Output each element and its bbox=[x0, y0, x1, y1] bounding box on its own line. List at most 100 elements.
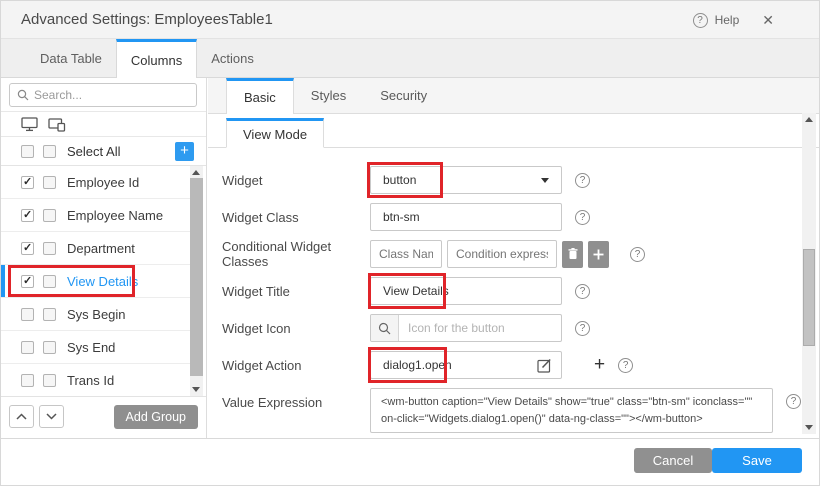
move-down-button[interactable] bbox=[39, 405, 64, 428]
widget-title-input[interactable] bbox=[370, 277, 562, 305]
conditional-classes-help-icon[interactable]: ? bbox=[630, 247, 645, 262]
list-item-employee-name[interactable]: Employee Name bbox=[1, 199, 191, 232]
help-link[interactable]: Help bbox=[715, 13, 740, 27]
scroll-up-icon[interactable] bbox=[805, 117, 813, 122]
add-condition-button[interactable] bbox=[588, 241, 609, 268]
widget-action-help-icon[interactable]: ? bbox=[618, 358, 633, 373]
columns-sidebar: Select All + Employee Id Employee Name bbox=[1, 78, 207, 438]
widget-action-field[interactable]: dialog1.open bbox=[370, 351, 562, 379]
list-item-view-details[interactable]: View Details bbox=[1, 265, 191, 298]
mobile-checkbox[interactable] bbox=[43, 341, 56, 354]
close-icon[interactable]: ✕ bbox=[762, 12, 774, 29]
scroll-up-icon[interactable] bbox=[192, 170, 200, 175]
search-input[interactable] bbox=[34, 88, 174, 102]
icon-picker-button[interactable] bbox=[371, 315, 399, 341]
tab-view-mode[interactable]: View Mode bbox=[226, 118, 324, 148]
list-item-department[interactable]: Department bbox=[1, 232, 191, 265]
mobile-devices-icon[interactable] bbox=[48, 117, 66, 132]
widget-title-row: Widget Title ? bbox=[222, 277, 807, 305]
class-name-input[interactable] bbox=[370, 240, 442, 268]
widget-icon-input[interactable] bbox=[399, 321, 562, 335]
scroll-down-icon[interactable] bbox=[805, 425, 813, 430]
value-expression-input[interactable]: <wm-button caption="View Details" show="… bbox=[370, 388, 773, 433]
sidebar-scrollbar[interactable] bbox=[190, 166, 203, 396]
select-all-mobile-checkbox[interactable] bbox=[43, 145, 56, 158]
list-item-trans-id[interactable]: Trans Id bbox=[1, 364, 191, 397]
tab-security[interactable]: Security bbox=[363, 78, 444, 113]
checkbox[interactable] bbox=[21, 242, 34, 255]
main-tab-bar: Data Table Columns Actions bbox=[1, 39, 819, 78]
conditional-classes-label: Conditional Widget Classes bbox=[222, 239, 370, 269]
tab-data-table[interactable]: Data Table bbox=[26, 39, 116, 77]
checkbox[interactable] bbox=[21, 275, 34, 288]
checkbox[interactable] bbox=[21, 176, 34, 189]
checkbox[interactable] bbox=[21, 374, 34, 387]
basic-settings-form: Widget button ? Widget Class bbox=[222, 166, 807, 439]
widget-help-icon[interactable]: ? bbox=[575, 173, 590, 188]
mobile-checkbox[interactable] bbox=[43, 242, 56, 255]
search-box[interactable] bbox=[9, 83, 197, 107]
add-column-button[interactable]: + bbox=[175, 142, 194, 161]
dialog-footer: Cancel Save bbox=[1, 438, 819, 486]
caret-down-icon bbox=[541, 178, 549, 183]
tab-styles[interactable]: Styles bbox=[294, 78, 363, 113]
widget-icon-help-icon[interactable]: ? bbox=[575, 321, 590, 336]
widget-action-value: dialog1.open bbox=[383, 358, 537, 372]
column-label: Employee Name bbox=[67, 208, 163, 223]
list-item-sys-end[interactable]: Sys End bbox=[1, 331, 191, 364]
condition-expression-input[interactable] bbox=[447, 240, 557, 268]
list-item-sys-begin[interactable]: Sys Begin bbox=[1, 298, 191, 331]
value-expression-row: Value Expression <wm-button caption="Vie… bbox=[222, 388, 807, 430]
checkbox[interactable] bbox=[21, 308, 34, 321]
scrollbar-thumb[interactable] bbox=[803, 249, 815, 346]
search-row bbox=[1, 78, 206, 112]
select-all-row: Select All + bbox=[1, 137, 206, 166]
widget-class-help-icon[interactable]: ? bbox=[575, 210, 590, 225]
edit-icon[interactable] bbox=[537, 358, 552, 373]
mobile-checkbox[interactable] bbox=[43, 374, 56, 387]
value-expression-help-icon[interactable]: ? bbox=[786, 394, 801, 409]
dialog-body: Select All + Employee Id Employee Name bbox=[1, 78, 819, 438]
scroll-down-icon[interactable] bbox=[192, 387, 200, 392]
conditional-classes-row: Conditional Widget Classes ? bbox=[222, 240, 807, 268]
subtab-bar: View Mode bbox=[208, 114, 820, 148]
selected-indicator bbox=[1, 265, 5, 297]
tab-columns[interactable]: Columns bbox=[116, 39, 197, 78]
search-icon bbox=[17, 89, 29, 101]
column-label: Trans Id bbox=[67, 373, 114, 388]
trash-icon bbox=[568, 248, 578, 260]
column-label: Department bbox=[67, 241, 135, 256]
add-action-button[interactable]: + bbox=[594, 356, 605, 374]
tab-basic[interactable]: Basic bbox=[226, 78, 294, 114]
checkbox[interactable] bbox=[21, 341, 34, 354]
list-item-employee-id[interactable]: Employee Id bbox=[1, 166, 191, 199]
mobile-checkbox[interactable] bbox=[43, 308, 56, 321]
delete-condition-button[interactable] bbox=[562, 241, 583, 268]
add-group-button[interactable]: Add Group bbox=[114, 405, 198, 429]
panel-scrollbar[interactable] bbox=[802, 113, 816, 434]
chevron-up-icon bbox=[16, 413, 27, 420]
help-icon[interactable]: ? bbox=[693, 13, 708, 28]
select-all-label: Select All bbox=[67, 144, 120, 159]
widget-action-label: Widget Action bbox=[222, 358, 370, 373]
mobile-checkbox[interactable] bbox=[43, 176, 56, 189]
widget-icon-field[interactable] bbox=[370, 314, 562, 342]
select-all-checkbox[interactable] bbox=[21, 145, 34, 158]
desktop-icon[interactable] bbox=[21, 117, 38, 132]
mobile-checkbox[interactable] bbox=[43, 275, 56, 288]
checkbox[interactable] bbox=[21, 209, 34, 222]
cancel-button[interactable]: Cancel bbox=[634, 448, 712, 473]
advanced-settings-dialog: Advanced Settings: EmployeesTable1 ? Hel… bbox=[0, 0, 820, 486]
widget-label: Widget bbox=[222, 173, 370, 188]
scrollbar-thumb[interactable] bbox=[190, 178, 203, 376]
panel-tab-bar: Basic Styles Security bbox=[208, 78, 820, 114]
widget-class-input[interactable] bbox=[370, 203, 562, 231]
mobile-checkbox[interactable] bbox=[43, 209, 56, 222]
dialog-title: Advanced Settings: EmployeesTable1 bbox=[21, 11, 273, 28]
widget-select[interactable]: button bbox=[370, 166, 562, 194]
column-list: Employee Id Employee Name Department Vi bbox=[1, 166, 191, 397]
move-up-button[interactable] bbox=[9, 405, 34, 428]
tab-actions[interactable]: Actions bbox=[197, 39, 268, 77]
save-button[interactable]: Save bbox=[712, 448, 802, 473]
widget-title-help-icon[interactable]: ? bbox=[575, 284, 590, 299]
